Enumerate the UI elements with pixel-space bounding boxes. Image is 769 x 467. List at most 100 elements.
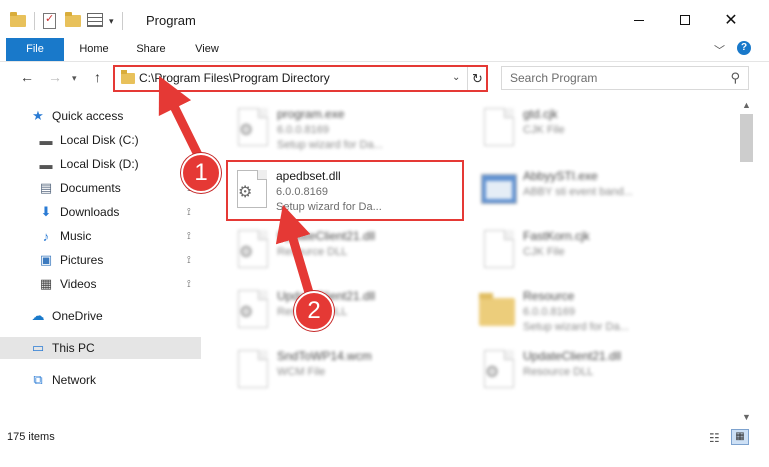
sidebar-item-downloads[interactable]: ⬇ Downloads ⟟ bbox=[38, 201, 201, 223]
search-input[interactable]: Search Program ⚲ bbox=[501, 66, 749, 90]
star-icon: ★ bbox=[32, 108, 44, 123]
back-arrow-icon[interactable]: ← bbox=[20, 69, 34, 85]
file-detail: 6.0.0.8169 bbox=[523, 306, 575, 318]
file-detail: CJK File bbox=[523, 124, 565, 136]
sidebar-item-documents[interactable]: ▤ Documents ⟟ bbox=[38, 177, 201, 199]
tab-home[interactable]: Home bbox=[76, 38, 112, 61]
file-name: AbbyySTI.exe bbox=[523, 169, 598, 183]
forward-arrow-icon[interactable]: → bbox=[48, 69, 62, 85]
application-window-icon bbox=[479, 170, 519, 212]
file-detail: Setup wizard for Da... bbox=[523, 321, 629, 333]
file-name: SndToWP14.wcm bbox=[277, 349, 372, 363]
sidebar-item-music[interactable]: ♪ Music ⟟ bbox=[38, 225, 201, 247]
details-view-icon[interactable]: ☷ bbox=[709, 431, 720, 445]
file-detail: 6.0.0.8169 bbox=[277, 124, 329, 136]
document-icon bbox=[479, 230, 519, 272]
file-tile[interactable]: ⚙ UpdateClient21.dll Resource DLL bbox=[229, 282, 465, 338]
sidebar-item-label: Quick access bbox=[52, 109, 124, 123]
file-tile[interactable]: FastKorn.cjk CJK File bbox=[475, 222, 711, 278]
dll-gear-icon: ⚙ bbox=[233, 290, 273, 332]
file-name: UpdateClient21.dll bbox=[277, 229, 376, 243]
scroll-up-icon[interactable]: ▲ bbox=[742, 100, 751, 110]
sidebar-item-network[interactable]: ⧉ Network bbox=[30, 369, 201, 391]
file-tile[interactable]: AbbyySTI.exe ABBY sti event band... bbox=[475, 162, 711, 218]
tab-file[interactable]: File bbox=[6, 38, 64, 61]
sidebar-item-label: This PC bbox=[52, 341, 95, 355]
computer-icon: ▭ bbox=[31, 340, 45, 355]
sidebar-item-quick-access[interactable]: ★ Quick access bbox=[30, 105, 201, 127]
file-highlight-box bbox=[226, 160, 464, 221]
step-1-badge: 1 bbox=[181, 153, 221, 193]
document-icon bbox=[479, 108, 519, 150]
sidebar-item-onedrive[interactable]: ☁ OneDrive bbox=[30, 305, 201, 327]
vertical-scrollbar[interactable]: ▲ ▼ bbox=[738, 100, 755, 425]
pin-icon: ⟟ bbox=[187, 134, 191, 146]
sidebar-item-label: Music bbox=[60, 229, 92, 243]
tiles-view-icon[interactable]: ▦ bbox=[731, 429, 749, 445]
sidebar-item-label: Videos bbox=[60, 277, 97, 291]
toolbar-separator bbox=[34, 12, 35, 30]
file-tile[interactable]: ⚙ UpdateClient21.dll Resource DLL bbox=[475, 342, 711, 398]
properties-icon[interactable] bbox=[43, 12, 59, 29]
search-icon[interactable]: ⚲ bbox=[730, 70, 740, 86]
file-name: FastKorn.cjk bbox=[523, 229, 590, 243]
file-tile[interactable]: gtd.cjk CJK File bbox=[475, 100, 711, 156]
setup-exe-icon: ⚙ bbox=[233, 108, 273, 150]
file-tile[interactable]: ⚙ program.exe 6.0.0.8169 Setup wizard fo… bbox=[229, 100, 465, 156]
folder-icon bbox=[121, 70, 135, 84]
ribbon: File Home Share View ﹀ ? bbox=[0, 38, 769, 62]
pin-icon: ⟟ bbox=[187, 230, 191, 242]
chevron-down-icon[interactable]: ⌄ bbox=[452, 72, 460, 83]
cloud-icon: ☁ bbox=[31, 308, 45, 323]
help-icon[interactable]: ? bbox=[737, 41, 751, 55]
document-icon bbox=[233, 350, 273, 392]
refresh-icon[interactable]: ↻ bbox=[467, 67, 487, 90]
file-detail: WCM File bbox=[277, 366, 326, 378]
status-bar: 175 items ☷ ▦ bbox=[0, 425, 769, 451]
file-tile[interactable]: ⚙ UpdateClient21.dll Resource DLL bbox=[229, 222, 465, 278]
sidebar-item-label: Documents bbox=[60, 181, 121, 195]
qat-dropdown-icon[interactable]: ▾ bbox=[109, 16, 114, 27]
pin-icon: ⟟ bbox=[187, 206, 191, 218]
expand-ribbon-icon[interactable]: ﹀ bbox=[714, 42, 725, 58]
title-bar: ▾ Program ✕ bbox=[0, 0, 769, 40]
window-title: Program bbox=[146, 13, 196, 28]
address-bar[interactable]: C:\Program Files\Program Directory ⌄ ↻ bbox=[113, 65, 488, 92]
videos-icon: ▦ bbox=[39, 276, 53, 291]
file-name: Resource bbox=[523, 289, 575, 303]
tab-share[interactable]: Share bbox=[134, 38, 168, 61]
sidebar-item-pictures[interactable]: ▣ Pictures ⟟ bbox=[38, 249, 201, 271]
sidebar-item-videos[interactable]: ▦ Videos ⟟ bbox=[38, 273, 201, 295]
file-tile[interactable]: Resource 6.0.0.8169 Setup wizard for Da.… bbox=[475, 282, 711, 338]
file-tile[interactable]: SndToWP14.wcm WCM File bbox=[229, 342, 465, 398]
scroll-down-icon[interactable]: ▼ bbox=[742, 412, 751, 422]
new-folder-icon[interactable] bbox=[65, 12, 81, 29]
file-name: UpdateClient21.dll bbox=[523, 349, 622, 363]
maximize-button[interactable] bbox=[662, 0, 708, 40]
close-button[interactable]: ✕ bbox=[708, 0, 754, 40]
network-icon: ⧉ bbox=[33, 372, 43, 387]
address-path[interactable]: C:\Program Files\Program Directory bbox=[139, 71, 330, 85]
file-detail: CJK File bbox=[523, 246, 565, 258]
up-arrow-icon[interactable]: ↑ bbox=[94, 69, 101, 85]
file-name: program.exe bbox=[277, 107, 345, 121]
file-detail: ABBY sti event band... bbox=[523, 186, 633, 198]
drive-icon: ▬ bbox=[39, 132, 53, 148]
navigation-pane: ★ Quick access ▬ Local Disk (C:) ⟟ ▬ Loc… bbox=[0, 100, 205, 425]
sidebar-item-local-disk-c[interactable]: ▬ Local Disk (C:) ⟟ bbox=[38, 129, 201, 151]
dll-gear-icon: ⚙ bbox=[233, 230, 273, 272]
customize-view-icon[interactable] bbox=[87, 13, 103, 29]
step-2-badge: 2 bbox=[294, 291, 334, 331]
sidebar-item-label: Downloads bbox=[60, 205, 120, 219]
quick-access-toolbar: ▾ bbox=[10, 12, 125, 30]
sidebar-item-local-disk-d[interactable]: ▬ Local Disk (D:) bbox=[38, 153, 201, 175]
music-icon: ♪ bbox=[42, 228, 50, 244]
sidebar-item-label: Pictures bbox=[60, 253, 104, 267]
scrollbar-thumb[interactable] bbox=[740, 114, 753, 162]
sidebar-item-this-pc[interactable]: ▭ This PC bbox=[0, 337, 201, 359]
recent-locations-icon[interactable]: ▾ bbox=[72, 73, 77, 84]
sidebar-item-label: Local Disk (C:) bbox=[60, 133, 139, 147]
tab-view[interactable]: View bbox=[192, 38, 222, 61]
folder-icon bbox=[479, 290, 519, 332]
minimize-button[interactable] bbox=[616, 0, 662, 40]
